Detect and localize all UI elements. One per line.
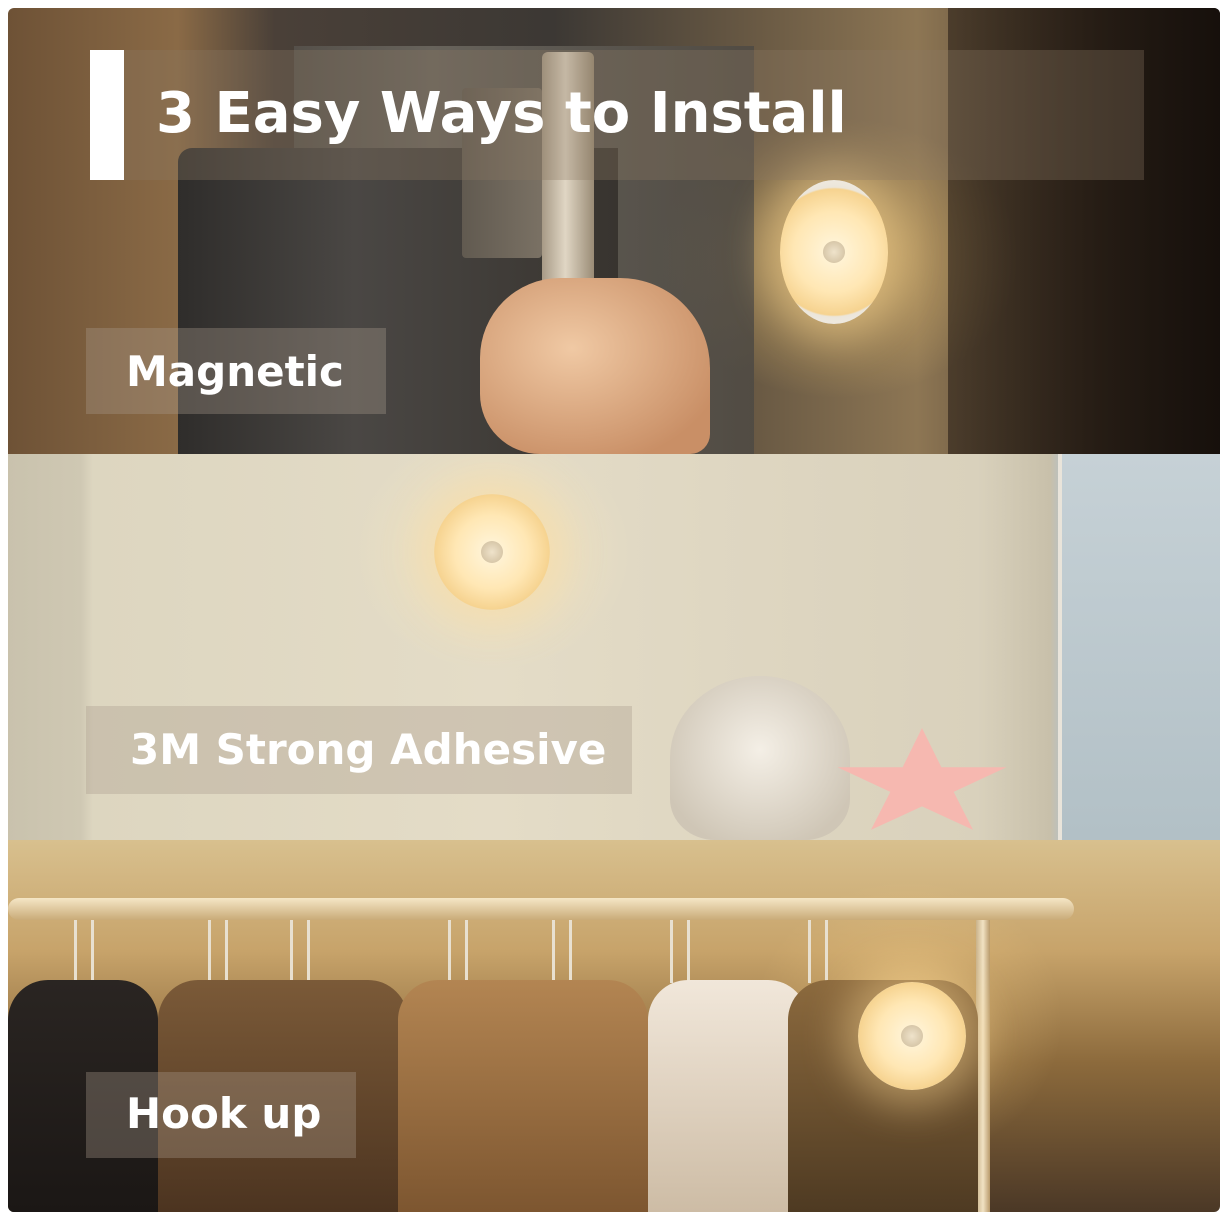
clothes-rail [8,898,1074,920]
star-lamp-image [837,728,1007,830]
garment-image [398,980,648,1212]
hook-panel: Hook up [8,840,1220,1212]
motion-sensor-icon [823,241,845,263]
sensor-light-adhesive-icon [434,494,550,610]
rail-post [976,920,990,1212]
motion-sensor-icon [901,1025,923,1047]
hook-label: Hook up [126,1089,322,1138]
adhesive-panel: 3M Strong Adhesive [8,454,1220,840]
magnetic-label: Magnetic [126,347,344,396]
install-methods-banner: 3 Easy Ways to Install Magnetic 3M Stron… [8,8,1220,1212]
page-title: 3 Easy Ways to Install [156,81,847,146]
sensor-light-magnetic-icon [780,180,888,324]
hand-image [480,278,710,454]
garment-image [648,980,808,1212]
sensor-light-hook-icon [858,982,966,1090]
magnetic-panel: 3 Easy Ways to Install Magnetic [8,8,1220,454]
adhesive-label: 3M Strong Adhesive [130,725,607,774]
bunny-toy-image [670,676,850,840]
white-accent-bar-icon [90,50,124,180]
wall-picture-image [1058,454,1220,840]
motion-sensor-icon [481,541,503,563]
